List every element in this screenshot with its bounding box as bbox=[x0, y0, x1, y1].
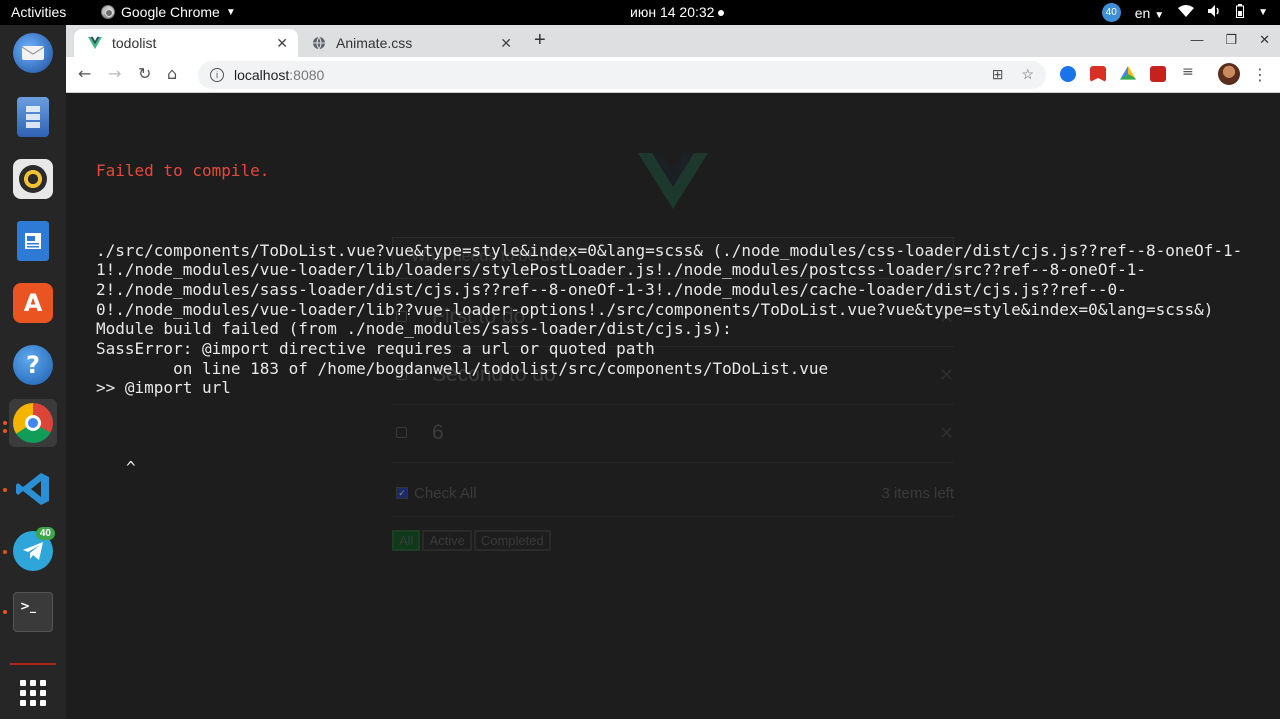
terminal-icon: >_ bbox=[13, 592, 53, 632]
caret-down-icon: ▼ bbox=[225, 6, 236, 18]
running-indicator-icon bbox=[3, 610, 7, 614]
caret-down-icon: ▼ bbox=[1154, 9, 1165, 21]
system-menu-caret-icon[interactable]: ▼ bbox=[1258, 7, 1268, 18]
running-indicator-icon bbox=[3, 429, 7, 433]
profile-avatar[interactable] bbox=[1218, 63, 1240, 85]
shopping-bag-icon: A bbox=[13, 283, 53, 323]
close-tab-icon[interactable]: ✕ bbox=[276, 35, 288, 52]
chrome-window: todolist ✕ Animate.css ✕ + — ❐ ✕ ← → ↻ ⌂… bbox=[66, 25, 1280, 719]
compile-error-overlay: Failed to compile. ./src/components/ToDo… bbox=[66, 93, 1280, 719]
clock[interactable]: июн 14 20:32 bbox=[630, 4, 725, 20]
battery-icon[interactable] bbox=[1236, 4, 1245, 21]
help-icon: ? bbox=[13, 345, 53, 385]
dock-terminal[interactable]: >_ bbox=[9, 588, 57, 636]
site-info-icon[interactable]: i bbox=[210, 68, 224, 82]
dock-separator bbox=[10, 663, 56, 665]
activities-button[interactable]: Activities bbox=[11, 4, 66, 20]
forward-arrow-icon[interactable]: → bbox=[108, 64, 121, 83]
system-tray: 40 en ▼ ▼ bbox=[1101, 3, 1268, 22]
error-message: ./src/components/ToDoList.vue?vue&type=s… bbox=[96, 240, 1243, 398]
close-window-icon[interactable]: ✕ bbox=[1259, 32, 1270, 48]
dock-google-chrome[interactable] bbox=[9, 399, 57, 447]
dock-help[interactable]: ? bbox=[9, 341, 57, 389]
cloud-extension-icon[interactable] bbox=[1060, 66, 1076, 82]
tab-animate-css[interactable]: Animate.css ✕ bbox=[298, 29, 522, 57]
dock-thunderbird[interactable] bbox=[9, 29, 57, 77]
wifi-icon[interactable] bbox=[1178, 5, 1195, 20]
app-grid-icon bbox=[20, 680, 46, 706]
notification-badge[interactable]: 40 bbox=[1101, 3, 1121, 22]
window-controls: — ❐ ✕ bbox=[1190, 32, 1270, 48]
tab-strip: todolist ✕ Animate.css ✕ + — ❐ ✕ bbox=[66, 25, 1280, 57]
dock-rhythmbox[interactable] bbox=[9, 155, 57, 203]
chrome-icon bbox=[13, 403, 53, 443]
error-caret: ^ bbox=[126, 457, 136, 477]
dock-files[interactable] bbox=[9, 93, 57, 141]
notification-dot-icon bbox=[718, 10, 725, 17]
bookmark-extension-icon[interactable] bbox=[1090, 66, 1106, 82]
pdf-extension-icon[interactable] bbox=[1150, 66, 1166, 82]
vscode-icon bbox=[13, 469, 53, 509]
dock-libreoffice-writer[interactable] bbox=[9, 217, 57, 265]
file-cabinet-icon bbox=[17, 97, 49, 137]
reload-icon[interactable]: ↻ bbox=[138, 64, 151, 83]
running-indicator-icon bbox=[3, 421, 7, 425]
home-icon[interactable]: ⌂ bbox=[167, 64, 177, 83]
running-indicator-icon bbox=[3, 550, 7, 554]
globe-icon bbox=[313, 36, 325, 50]
language-label: en bbox=[1134, 4, 1151, 21]
vue-favicon-icon bbox=[88, 36, 102, 50]
system-top-bar: Activities Google Chrome ▼ июн 14 20:32 … bbox=[0, 0, 1280, 25]
thunderbird-icon bbox=[13, 33, 53, 73]
tab-title: Animate.css bbox=[336, 35, 413, 51]
new-tab-button[interactable]: + bbox=[534, 29, 546, 52]
dock-telegram[interactable]: 40 bbox=[9, 527, 57, 575]
more-menu-icon[interactable]: ⋮ bbox=[1252, 65, 1268, 84]
address-bar[interactable]: i localhost:8080 ⊞ ☆ bbox=[198, 61, 1046, 89]
minimize-icon[interactable]: — bbox=[1190, 32, 1203, 48]
error-title: Failed to compile. bbox=[96, 161, 270, 181]
document-icon bbox=[17, 221, 49, 261]
language-indicator[interactable]: en ▼ bbox=[1135, 5, 1164, 21]
app-menu-label: Google Chrome bbox=[121, 4, 220, 20]
telegram-unread-badge: 40 bbox=[35, 527, 55, 540]
close-tab-icon[interactable]: ✕ bbox=[500, 35, 512, 52]
clock-label: июн 14 20:32 bbox=[630, 4, 715, 20]
bookmark-star-icon[interactable]: ☆ bbox=[1021, 66, 1034, 83]
telegram-icon: 40 bbox=[13, 527, 55, 571]
volume-icon[interactable] bbox=[1208, 5, 1222, 20]
address-host: localhost bbox=[234, 67, 290, 83]
running-indicator-icon bbox=[3, 488, 7, 492]
dock: A ? 40 >_ bbox=[0, 25, 66, 719]
speaker-icon bbox=[13, 159, 53, 199]
browser-toolbar: ← → ↻ ⌂ i localhost:8080 ⊞ ☆ ≡ ⋮ bbox=[66, 57, 1280, 93]
address-port: :8080 bbox=[289, 67, 325, 83]
tab-title: todolist bbox=[112, 35, 157, 51]
chrome-icon bbox=[101, 5, 115, 19]
restore-icon[interactable]: ❐ bbox=[1225, 32, 1237, 48]
app-menu[interactable]: Google Chrome ▼ bbox=[101, 4, 236, 20]
back-arrow-icon[interactable]: ← bbox=[78, 64, 91, 83]
google-drive-icon[interactable] bbox=[1120, 66, 1136, 80]
dock-software-center[interactable]: A bbox=[9, 279, 57, 327]
dock-vscode[interactable] bbox=[9, 465, 57, 513]
translate-icon[interactable]: ⊞ bbox=[992, 66, 1004, 83]
page-viewport: What needs to be done First to do ✕ Seco… bbox=[66, 93, 1280, 719]
media-control-icon[interactable]: ≡ bbox=[1182, 64, 1194, 80]
tab-todolist[interactable]: todolist ✕ bbox=[74, 29, 298, 57]
show-applications-button[interactable] bbox=[9, 669, 57, 717]
